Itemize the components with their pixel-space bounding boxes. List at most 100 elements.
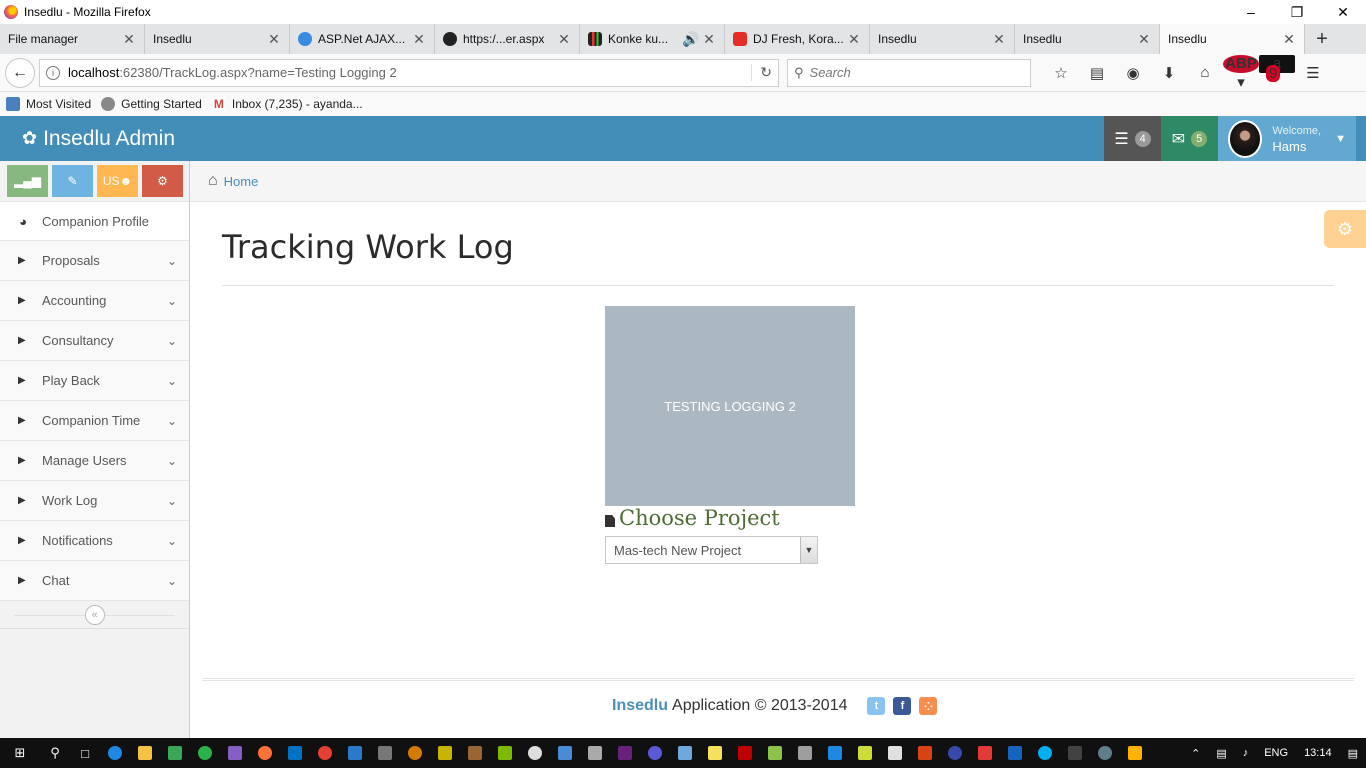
bookmark-most-visited[interactable]: Most Visited <box>6 97 91 111</box>
app-icon[interactable] <box>1120 738 1150 768</box>
rss-icon[interactable]: ⁘ <box>919 697 938 715</box>
app-icon[interactable] <box>640 738 670 768</box>
project-select[interactable]: Mas-tech New Project ▼ <box>605 536 818 564</box>
app-icon[interactable] <box>490 738 520 768</box>
file-explorer-icon[interactable] <box>130 738 160 768</box>
app-icon[interactable] <box>1090 738 1120 768</box>
tab-close-icon[interactable]: ✕ <box>847 31 861 48</box>
sidebar-item-chat[interactable]: ▶ Chat ⌄ <box>0 561 189 601</box>
filezilla-icon[interactable] <box>730 738 760 768</box>
app-icon[interactable] <box>190 738 220 768</box>
sidebar-item-play-back[interactable]: ▶ Play Back ⌄ <box>0 361 189 401</box>
app-icon[interactable] <box>160 738 190 768</box>
outlook-icon[interactable] <box>280 738 310 768</box>
app-icon[interactable] <box>670 738 700 768</box>
breadcrumb-home-link[interactable]: Home <box>224 174 259 189</box>
tab-close-icon[interactable]: ✕ <box>412 31 426 48</box>
visual-studio-icon[interactable] <box>610 738 640 768</box>
tab-close-icon[interactable]: ✕ <box>267 31 281 48</box>
minimize-button[interactable]: – <box>1228 0 1274 24</box>
sidebar-item-companion-time[interactable]: ▶ Companion Time ⌄ <box>0 401 189 441</box>
tab-close-icon[interactable]: ✕ <box>122 31 136 48</box>
app-icon[interactable] <box>1060 738 1090 768</box>
menu-icon[interactable]: ☰ <box>1295 64 1331 82</box>
tab-close-icon[interactable]: ✕ <box>1282 31 1296 48</box>
app-icon[interactable] <box>550 738 580 768</box>
app-icon[interactable] <box>400 738 430 768</box>
bookmark-gmail-inbox[interactable]: M Inbox (7,235) - ayanda... <box>211 97 363 111</box>
facebook-icon[interactable]: f <box>893 697 912 715</box>
edge-icon[interactable] <box>100 738 130 768</box>
tab-asp-net-ajax[interactable]: ASP.Net AJAX... ✕ <box>290 24 435 54</box>
tab-file-manager[interactable]: File manager ✕ <box>0 24 145 54</box>
sidebar-item-proposals[interactable]: ▶ Proposals ⌄ <box>0 241 189 281</box>
app-icon[interactable] <box>910 738 940 768</box>
sidebar-item-accounting[interactable]: ▶ Accounting ⌄ <box>0 281 189 321</box>
settings-toggle-button[interactable]: ⚙ <box>1324 210 1366 248</box>
tab-close-icon[interactable]: ✕ <box>992 31 1006 48</box>
app-icon[interactable] <box>460 738 490 768</box>
tab-insedlu-3[interactable]: Insedlu ✕ <box>1015 24 1160 54</box>
tab-insedlu-1[interactable]: Insedlu ✕ <box>145 24 290 54</box>
tab-konke[interactable]: Konke ku... 🔊 ✕ <box>580 24 725 54</box>
app-icon[interactable] <box>970 738 1000 768</box>
double-angle-left-icon[interactable]: « <box>84 604 105 625</box>
bookmark-getting-started[interactable]: Getting Started <box>101 97 202 111</box>
stats-shortcut-button[interactable]: ▂▄▆ <box>7 165 48 197</box>
clock[interactable]: 13:14 <box>1304 747 1332 759</box>
edit-shortcut-button[interactable]: ✎ <box>52 165 93 197</box>
task-view-icon[interactable]: □ <box>70 738 100 768</box>
sidebar-item-manage-users[interactable]: ▶ Manage Users ⌄ <box>0 441 189 481</box>
app-icon[interactable] <box>580 738 610 768</box>
app-icon[interactable] <box>340 738 370 768</box>
windows-start-icon[interactable]: ⊞ <box>0 738 40 768</box>
network-icon[interactable]: ▤ <box>1216 747 1226 760</box>
users-shortcut-button[interactable]: US ☻ <box>97 165 138 197</box>
twitter-icon[interactable]: t <box>867 697 886 715</box>
sidebar-item-notifications[interactable]: ▶ Notifications ⌄ <box>0 521 189 561</box>
app-icon[interactable] <box>1000 738 1030 768</box>
tab-insedlu-active[interactable]: Insedlu ✕ <box>1160 24 1305 54</box>
tab-close-icon[interactable]: ✕ <box>1137 31 1151 48</box>
chevron-up-icon[interactable]: ⌃ <box>1191 747 1200 760</box>
firefox-icon[interactable] <box>250 738 280 768</box>
home-icon[interactable]: ⌂ <box>1187 64 1223 81</box>
notes-icon[interactable] <box>700 738 730 768</box>
sidebar-item-consultancy[interactable]: ▶ Consultancy ⌄ <box>0 321 189 361</box>
app-icon[interactable] <box>790 738 820 768</box>
app-icon[interactable] <box>880 738 910 768</box>
app-icon[interactable] <box>430 738 460 768</box>
language-indicator[interactable]: ENG <box>1264 747 1288 759</box>
chevron-down-icon[interactable]: ▼ <box>800 537 817 563</box>
back-button[interactable]: ← <box>5 57 35 88</box>
volume-icon[interactable]: ♪ <box>1243 747 1249 759</box>
reading-list-icon[interactable]: ▤ <box>1079 64 1115 82</box>
new-tab-button[interactable]: + <box>1305 24 1339 54</box>
info-icon[interactable]: i <box>46 65 60 80</box>
tab-insedlu-2[interactable]: Insedlu ✕ <box>870 24 1015 54</box>
tasks-button[interactable]: ☰ 4 <box>1104 116 1161 161</box>
amazon-icon[interactable]: a9 <box>1259 55 1295 90</box>
tab-dj-fresh[interactable]: DJ Fresh, Kora... ✕ <box>725 24 870 54</box>
app-icon[interactable] <box>760 738 790 768</box>
skype-icon[interactable] <box>1030 738 1060 768</box>
user-menu[interactable]: Welcome, Hams ▼ <box>1218 116 1356 161</box>
app-icon[interactable] <box>370 738 400 768</box>
download-icon[interactable]: ⬇ <box>1151 64 1187 82</box>
search-icon[interactable]: ⚲ <box>40 738 70 768</box>
reload-icon[interactable]: ↻ <box>751 64 772 81</box>
log-tile[interactable]: Testing Logging 2 <box>605 306 855 506</box>
url-bar[interactable]: i localhost :62380/TrackLog.aspx?name=Te… <box>39 58 779 87</box>
action-center-icon[interactable]: ▤ <box>1348 747 1358 760</box>
tab-https-aspx[interactable]: https:/...er.aspx ✕ <box>435 24 580 54</box>
sidebar-item-work-log[interactable]: ▶ Work Log ⌄ <box>0 481 189 521</box>
app-icon[interactable] <box>520 738 550 768</box>
app-icon[interactable] <box>850 738 880 768</box>
adblock-icon[interactable]: ABP ▾ <box>1223 54 1259 91</box>
tab-close-icon[interactable]: ✕ <box>557 31 571 48</box>
chrome-icon[interactable] <box>310 738 340 768</box>
restore-button[interactable]: ❐ <box>1274 0 1320 24</box>
settings-shortcut-button[interactable]: ⚙ <box>142 165 183 197</box>
app-icon[interactable] <box>940 738 970 768</box>
messages-button[interactable]: ✉ 5 <box>1161 116 1218 161</box>
